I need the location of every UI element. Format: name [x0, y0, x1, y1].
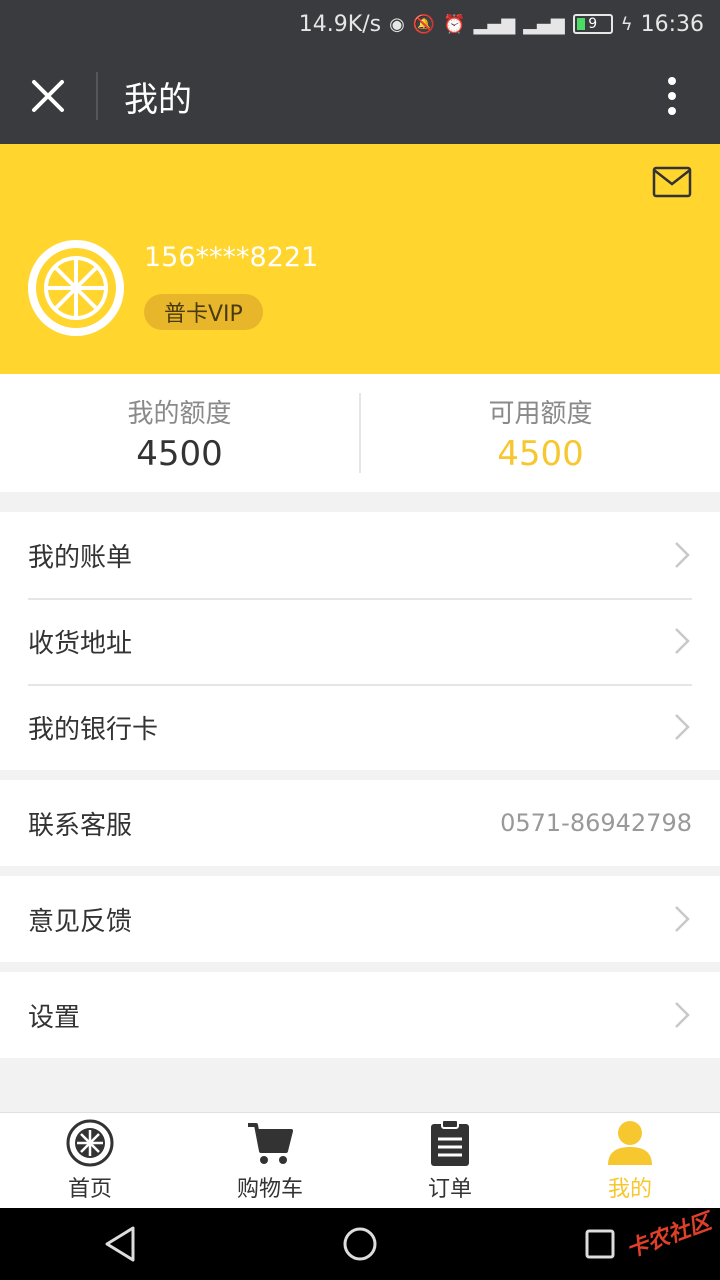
avatar[interactable] [28, 240, 124, 336]
more-button[interactable] [624, 48, 720, 144]
menu-group-settings: 设置 [0, 972, 720, 1058]
tab-label: 购物车 [236, 1176, 303, 1202]
service-phone: 0571-86942798 [500, 809, 692, 837]
chevron-right-icon [675, 542, 690, 568]
tab-cart[interactable]: 购物车 [180, 1113, 360, 1208]
chevron-right-icon [675, 906, 690, 932]
title-bar: 我的 [0, 48, 720, 144]
available-quota-value: 4500 [497, 433, 584, 474]
menu-item-label: 意见反馈 [28, 906, 133, 937]
tab-bar: 首页 购物车 订单 我的 [0, 1112, 720, 1208]
back-triangle-icon [105, 1226, 135, 1262]
status-bar: 14.9K/s ◉ 🔕 ⏰ ▂▄▆ ▂▄▆ 9 ϟ 16:36 [0, 0, 720, 48]
quota-panel: 我的额度 4500 可用额度 4500 [0, 374, 720, 492]
battery-level: 9 [588, 16, 598, 32]
menu-item-address[interactable]: 收货地址 [0, 598, 720, 684]
menu-item-label: 设置 [28, 1002, 81, 1033]
close-button[interactable] [0, 48, 96, 144]
menu-item-label: 联系客服 [28, 810, 133, 841]
tab-label: 首页 [67, 1176, 112, 1202]
back-button[interactable] [80, 1208, 160, 1280]
signal-4g-icon: ▂▄▆ [523, 13, 565, 35]
battery-icon: 9 [572, 14, 613, 34]
home-wheel-icon [66, 1119, 114, 1166]
my-quota-value: 4500 [136, 433, 223, 474]
menu-group-account: 我的账单 收货地址 我的银行卡 [0, 512, 720, 770]
available-quota-label: 可用额度 [488, 398, 593, 429]
available-quota: 可用额度 4500 [361, 393, 720, 474]
my-quota: 我的额度 4500 [0, 393, 359, 474]
cart-icon [248, 1122, 293, 1164]
my-quota-label: 我的额度 [127, 398, 232, 429]
menu-item-bill[interactable]: 我的账单 [0, 512, 720, 598]
mute-icon: 🔕 [412, 13, 436, 35]
tab-label: 订单 [427, 1176, 472, 1202]
network-speed: 14.9K/s [298, 11, 382, 37]
menu-item-bankcard[interactable]: 我的银行卡 [0, 684, 720, 770]
signal-icon: ▂▄▆ [473, 13, 516, 35]
page-title: 我的 [124, 79, 192, 120]
clipboard-icon [431, 1118, 469, 1166]
menu-group-service: 联系客服 0571-86942798 [0, 780, 720, 866]
menu-item-label: 我的银行卡 [28, 714, 159, 745]
clock: 16:36 [640, 11, 704, 37]
tab-orders[interactable]: 订单 [360, 1113, 540, 1208]
profile-card: 156****8221 普卡VIP [0, 144, 720, 374]
tab-home[interactable]: 首页 [0, 1113, 180, 1208]
charging-icon: ϟ [620, 13, 633, 35]
home-button[interactable] [320, 1208, 400, 1280]
chevron-right-icon [675, 714, 690, 740]
mail-icon [652, 166, 692, 198]
tab-label: 我的 [607, 1176, 652, 1202]
chevron-right-icon [675, 1002, 690, 1028]
menu-group-feedback: 意见反馈 [0, 876, 720, 962]
tab-mine[interactable]: 我的 [540, 1113, 720, 1208]
menu-item-feedback[interactable]: 意见反馈 [0, 876, 720, 962]
user-phone: 156****8221 [144, 242, 319, 273]
home-circle-icon [343, 1227, 377, 1261]
lemon-logo-icon [36, 248, 116, 328]
vip-badge: 普卡VIP [144, 294, 263, 330]
chevron-right-icon [675, 628, 690, 654]
title-divider [96, 72, 98, 120]
user-icon [608, 1120, 652, 1165]
menu-item-service[interactable]: 联系客服 0571-86942798 [0, 780, 720, 866]
system-nav-bar [0, 1208, 720, 1280]
more-vertical-icon [668, 77, 676, 115]
wifi-icon: ◉ [389, 13, 405, 35]
menu-item-label: 我的账单 [28, 542, 133, 573]
menu-item-label: 收货地址 [28, 628, 133, 659]
recents-square-icon [585, 1229, 615, 1259]
menu-item-settings[interactable]: 设置 [0, 972, 720, 1058]
alarm-icon: ⏰ [443, 13, 466, 35]
message-button[interactable] [652, 166, 692, 198]
close-icon [32, 80, 64, 112]
